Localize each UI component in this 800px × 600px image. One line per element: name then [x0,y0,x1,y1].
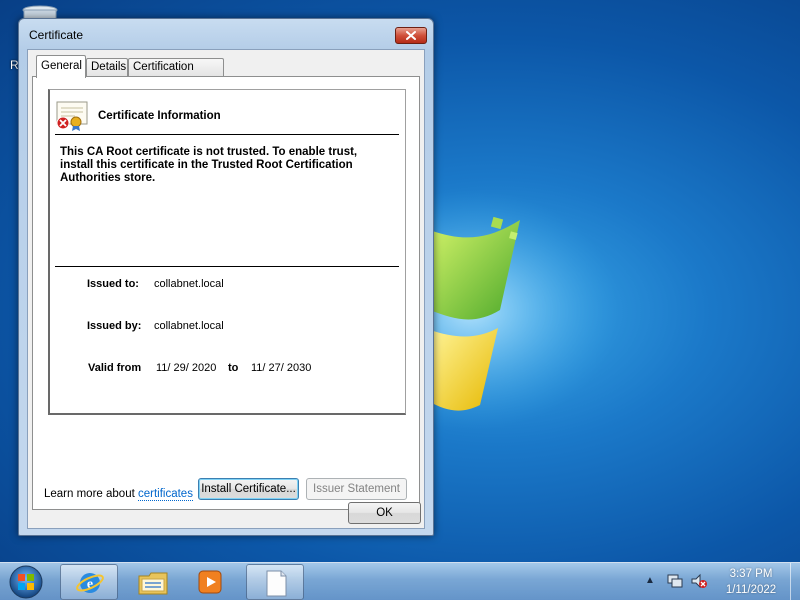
clock-time: 3:37 PM [729,568,773,580]
notepad-icon [266,570,287,597]
title-bar[interactable]: Certificate [19,19,433,49]
system-clock[interactable]: 3:37 PM 1/11/2022 [716,566,786,598]
media-player-icon [198,570,222,594]
tab-general[interactable]: General [36,55,86,78]
valid-to-label: to [228,362,239,374]
dialog-title: Certificate [29,28,84,42]
issued-by-value: collabnet.local [154,320,224,332]
network-icon[interactable] [666,573,684,589]
divider [55,134,399,135]
issued-to-label: Issued to: [87,278,139,290]
internet-explorer-icon: e [76,573,104,593]
trust-warning-text: This CA Root certificate is not trusted.… [60,146,358,184]
learn-more-prefix: Learn more about [44,488,138,500]
ok-button[interactable]: OK [348,502,421,524]
windows-explorer-icon [138,572,168,595]
certificate-info-box: Certificate Information This CA Root cer… [48,89,406,415]
valid-to-value: 11/ 27/ 2030 [251,362,312,374]
issuer-statement-button: Issuer Statement [306,478,407,500]
clock-date: 1/11/2022 [725,584,777,596]
start-orb-icon[interactable] [6,564,46,600]
valid-from-value: 11/ 29/ 2020 [156,362,217,374]
taskbar-windows-explorer[interactable] [123,564,181,600]
dialog-client-area: General Details Certification Path Certi… [27,49,425,529]
certificates-link[interactable]: certificates [137,488,193,501]
taskbar-internet-explorer[interactable]: e [60,564,118,600]
issued-to-value: collabnet.local [154,278,224,290]
taskbar: e ▲ 3:37 PM 1/11/2022 [0,562,800,600]
taskbar-notepad[interactable] [246,564,304,600]
general-tab-page: Certificate Information This CA Root cer… [32,76,420,510]
certificate-info-heading: Certificate Information [98,110,221,122]
untrusted-certificate-icon [56,101,88,131]
show-hidden-icons-button[interactable]: ▲ [645,575,655,586]
certificate-dialog: Certificate General Details Certificatio… [18,18,434,536]
volume-muted-icon[interactable] [690,573,708,589]
tab-certification-path[interactable]: Certification Path [128,58,224,90]
tab-details[interactable]: Details [86,58,128,77]
learn-more-text: Learn more about certificates [44,488,193,501]
divider [55,266,399,267]
issued-by-label: Issued by: [87,320,142,332]
close-button[interactable] [395,27,427,44]
valid-from-label: Valid from [88,362,142,374]
close-icon [406,31,416,40]
taskbar-media-player[interactable] [182,564,240,600]
show-desktop-button[interactable] [790,563,800,600]
install-certificate-button[interactable]: Install Certificate... [198,478,299,500]
